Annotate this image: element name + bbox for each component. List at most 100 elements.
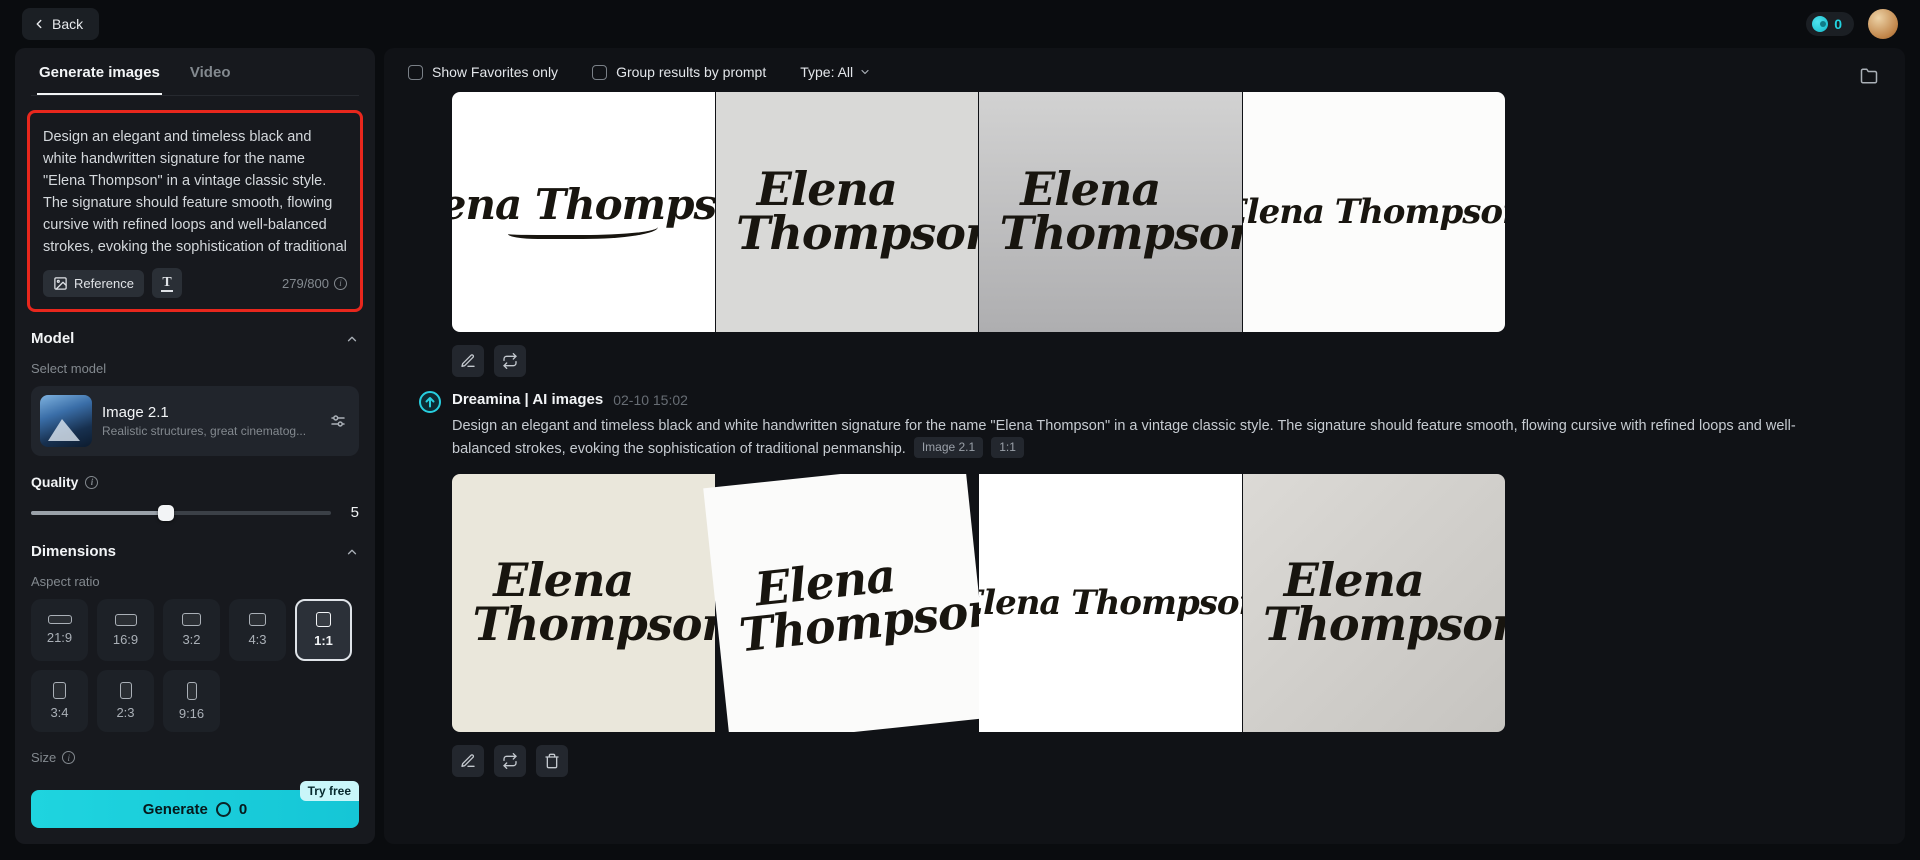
back-label: Back bbox=[52, 16, 84, 32]
edit-button[interactable] bbox=[452, 745, 484, 778]
repeat-icon bbox=[503, 753, 517, 770]
ratio-21-9-button[interactable]: 21:9 bbox=[31, 599, 88, 661]
image-icon bbox=[54, 276, 67, 290]
size-label-row: Size i bbox=[31, 750, 359, 765]
signature-text: Elena Thompson bbox=[979, 582, 1242, 623]
generated-image[interactable]: Elena Thompson bbox=[452, 92, 715, 332]
signature-flourish bbox=[508, 227, 659, 239]
layout-toggle-button[interactable] bbox=[1853, 60, 1885, 92]
signature-text: Thompson bbox=[1263, 597, 1505, 652]
credits-badge[interactable]: 0 bbox=[1806, 12, 1854, 36]
generation-sidebar: Generate images Video Design an elegant … bbox=[15, 48, 375, 844]
image-grid: Elena Thompson Elena Thompson Elena Thom… bbox=[452, 92, 1505, 332]
result-group-header: Dreamina | AI images 02-10 15:02 bbox=[419, 391, 1845, 413]
generated-image[interactable]: Elena Thompson bbox=[702, 474, 991, 733]
quality-label: Quality bbox=[31, 474, 79, 490]
quality-info-icon[interactable]: i bbox=[85, 475, 99, 489]
generated-image[interactable]: Elena Thompson bbox=[979, 474, 1242, 733]
type-filter-dropdown[interactable]: Type: All bbox=[800, 64, 871, 80]
tab-video[interactable]: Video bbox=[188, 48, 233, 95]
trash-icon bbox=[545, 753, 559, 769]
results-feed: Elena Thompson Elena Thompson Elena Thom… bbox=[384, 92, 1905, 791]
model-thumbnail bbox=[40, 395, 92, 447]
generated-image[interactable]: Elena Thompson bbox=[1242, 92, 1506, 332]
tab-generate-images[interactable]: Generate images bbox=[37, 48, 162, 95]
group-results-checkbox[interactable]: Group results by prompt bbox=[592, 64, 766, 80]
reference-button[interactable]: Reference bbox=[43, 269, 144, 297]
generated-image[interactable]: Elena Thompson bbox=[1242, 474, 1505, 733]
group-label: Group results by prompt bbox=[616, 64, 767, 80]
ratio-2-3-button[interactable]: 2:3 bbox=[97, 670, 154, 732]
back-button[interactable]: Back bbox=[22, 8, 100, 40]
slider-fill bbox=[31, 510, 166, 515]
sliders-icon[interactable] bbox=[329, 412, 347, 430]
model-card[interactable]: Image 2.1 Realistic structures, great ci… bbox=[31, 386, 359, 456]
edit-button[interactable] bbox=[452, 345, 484, 377]
aspect-ratio-grid: 21:9 16:9 3:2 4:3 1:1 3:4 2:3 9:16 bbox=[31, 599, 359, 732]
ratio-1-1-icon bbox=[316, 612, 331, 627]
show-favorites-checkbox[interactable]: Show Favorites only bbox=[408, 64, 558, 80]
ratio-tag[interactable]: 1:1 bbox=[991, 437, 1024, 459]
group-prompt: Design an elegant and timeless black and… bbox=[452, 416, 1845, 460]
text-style-button[interactable]: T bbox=[151, 268, 182, 298]
signature-text: Elena Thompson bbox=[1243, 191, 1506, 232]
ratio-3-2-icon bbox=[182, 613, 201, 626]
ratio-9-16-button[interactable]: 9:16 bbox=[163, 670, 220, 732]
ratio-3-4-button[interactable]: 3:4 bbox=[31, 670, 88, 732]
size-info-icon[interactable]: i bbox=[62, 751, 76, 764]
ratio-16-9-button[interactable]: 16:9 bbox=[97, 599, 154, 661]
delete-button[interactable] bbox=[536, 745, 568, 778]
type-filter-label: Type: All bbox=[800, 64, 854, 80]
dreamina-logo-icon bbox=[419, 391, 441, 413]
ratio-label: 2:3 bbox=[116, 705, 135, 720]
ratio-label: 3:4 bbox=[50, 705, 69, 720]
quality-header: Quality i bbox=[31, 474, 359, 490]
ratio-4-3-button[interactable]: 4:3 bbox=[229, 599, 286, 661]
checkbox-icon[interactable] bbox=[592, 64, 608, 80]
avatar[interactable] bbox=[1868, 9, 1898, 39]
generated-image[interactable]: Elena Thompson bbox=[715, 92, 978, 332]
ratio-3-2-button[interactable]: 3:2 bbox=[163, 599, 220, 661]
quality-slider[interactable] bbox=[31, 504, 331, 521]
ratio-21-9-icon bbox=[47, 615, 72, 624]
model-tag[interactable]: Image 2.1 bbox=[913, 437, 984, 459]
ratio-1-1-button[interactable]: 1:1 bbox=[295, 599, 352, 661]
result-actions bbox=[452, 745, 1845, 778]
group-timestamp: 02-10 15:02 bbox=[613, 391, 688, 408]
repeat-icon bbox=[503, 353, 517, 369]
signature-text: Thompson bbox=[472, 597, 715, 652]
info-icon[interactable]: i bbox=[334, 276, 347, 290]
results-toolbar: Show Favorites only Group results by pro… bbox=[384, 48, 1905, 92]
model-name: Image 2.1 bbox=[102, 404, 169, 421]
reference-label: Reference bbox=[74, 275, 134, 291]
content: Generate images Video Design an elegant … bbox=[0, 48, 1920, 844]
dimensions-section-header[interactable]: Dimensions bbox=[31, 543, 359, 560]
generate-label: Generate bbox=[142, 800, 208, 818]
slider-handle[interactable] bbox=[158, 504, 174, 521]
signature-text: Elena Thompson bbox=[452, 180, 715, 230]
favorites-label: Show Favorites only bbox=[432, 64, 559, 80]
ratio-2-3-icon bbox=[119, 682, 132, 699]
group-prompt-text: Design an elegant and timeless black and… bbox=[452, 418, 1796, 458]
chevron-up-icon bbox=[347, 549, 357, 554]
generated-image[interactable]: Elena Thompson bbox=[452, 474, 715, 733]
quality-value: 5 bbox=[350, 504, 359, 521]
select-model-label: Select model bbox=[31, 361, 107, 376]
signature-text: Thompson bbox=[999, 206, 1242, 260]
checkbox-icon[interactable] bbox=[408, 64, 423, 80]
try-free-badge: Try free bbox=[299, 781, 359, 801]
prompt-input[interactable]: Design an elegant and timeless black and… bbox=[43, 126, 347, 258]
model-section-header[interactable]: Model bbox=[31, 330, 359, 347]
regenerate-button[interactable] bbox=[494, 345, 526, 377]
char-count-value: 279/800 bbox=[282, 275, 329, 291]
ratio-label: 3:2 bbox=[182, 632, 201, 647]
quality-row: 5 bbox=[31, 504, 359, 521]
results-panel: Show Favorites only Group results by pro… bbox=[384, 48, 1905, 844]
regenerate-button[interactable] bbox=[494, 745, 526, 778]
sidebar-tabs: Generate images Video bbox=[31, 48, 359, 96]
prompt-box-annotated: Design an elegant and timeless black and… bbox=[27, 110, 363, 312]
generated-image[interactable]: Elena Thompson bbox=[979, 92, 1242, 332]
coin-icon bbox=[1812, 16, 1829, 32]
ratio-3-4-icon bbox=[53, 682, 66, 699]
ratio-label: 4:3 bbox=[248, 632, 267, 647]
